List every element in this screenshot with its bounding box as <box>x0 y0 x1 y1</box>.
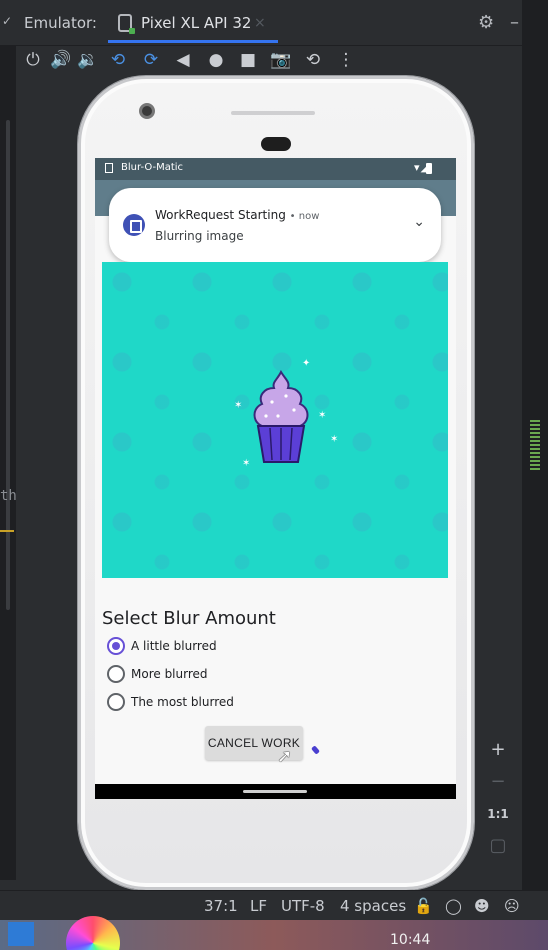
power-icon[interactable]: ⏻ <box>22 48 44 72</box>
sparkle-icon: ✦ <box>302 358 311 369</box>
sparkle-icon: ✶ <box>318 410 327 421</box>
cupcake-image: ✶ ✶ ✶ ✶ ✦ <box>102 262 448 578</box>
device-screen[interactable]: Blur-O-Matic ▾◢ WorkRequest Starting • n… <box>95 158 456 799</box>
gesture-nav-bar[interactable] <box>95 784 456 799</box>
zoom-out-button[interactable]: − <box>484 766 512 798</box>
close-tab-icon[interactable]: × <box>254 15 266 31</box>
front-camera <box>139 103 155 119</box>
earpiece <box>261 137 291 151</box>
notification-app-icon <box>123 214 145 236</box>
radio-option-most[interactable]: The most blurred <box>107 690 234 714</box>
lock-icon[interactable]: 🔓 <box>414 897 433 915</box>
volume-down-icon[interactable]: 🔉 <box>77 48 99 72</box>
radio-label: The most blurred <box>131 695 234 709</box>
device-icon <box>118 14 135 34</box>
progress-indicator <box>311 745 320 755</box>
app-name: Blur-O-Matic <box>121 162 184 173</box>
snapshot-icon[interactable]: ⟲ <box>302 48 324 72</box>
code-fragment: th <box>0 488 17 504</box>
camera-icon[interactable]: 📷 <box>270 48 292 72</box>
more-icon[interactable]: ⋮ <box>335 48 357 72</box>
emulator-title-bar: ✓ Emulator: Pixel XL API 32 × ⚙ – <box>0 0 522 46</box>
indent-setting[interactable]: 4 spaces <box>340 897 406 915</box>
radio-option-more[interactable]: More blurred <box>107 662 208 686</box>
overview-icon[interactable]: ■ <box>237 48 259 72</box>
gutter-indicator <box>530 420 540 470</box>
radio-option-little[interactable]: A little blurred <box>107 634 217 658</box>
left-scrollbar[interactable] <box>6 120 10 610</box>
smiley-icon[interactable]: ☻ <box>474 897 490 915</box>
home-handle[interactable] <box>243 790 307 793</box>
rotate-right-icon[interactable]: ⟳ <box>140 48 162 72</box>
home-icon[interactable]: ● <box>205 48 227 72</box>
speaker-grille <box>231 111 315 115</box>
line-marker <box>0 530 14 532</box>
line-ending[interactable]: LF <box>250 897 267 915</box>
volume-up-icon[interactable]: 🔊 <box>50 48 72 72</box>
notification-time: • now <box>289 211 320 222</box>
app-notification-icon <box>105 163 113 173</box>
os-taskbar: 10:44 <box>0 916 548 950</box>
radio-button[interactable] <box>107 637 125 655</box>
chevron-down-icon[interactable]: ⌄ <box>413 214 425 230</box>
battery-icon <box>426 163 432 174</box>
clock: 10:44 <box>390 932 431 948</box>
color-app-icon[interactable] <box>66 916 120 950</box>
cupcake-icon <box>253 370 309 463</box>
feedback-icon[interactable]: ☹ <box>504 897 520 915</box>
rotate-left-icon[interactable]: ⟲ <box>107 48 129 72</box>
radio-button[interactable] <box>107 693 125 711</box>
actual-size-button[interactable]: 1:1 <box>484 798 512 830</box>
ide-left-panel: th <box>0 0 17 880</box>
zoom-controls: + − 1:1 ▢ <box>484 734 512 862</box>
chevron-icon[interactable]: ✓ <box>2 14 12 28</box>
mouse-cursor-icon: ➚ <box>277 746 293 767</box>
start-icon[interactable] <box>8 922 34 946</box>
radio-label: A little blurred <box>131 639 217 653</box>
notification-body: Blurring image <box>155 229 244 243</box>
file-encoding[interactable]: UTF-8 <box>281 897 325 915</box>
right-tool-strip <box>522 0 548 890</box>
notification-title: WorkRequest Starting • now <box>155 208 320 222</box>
gear-icon[interactable]: ⚙ <box>478 12 494 33</box>
active-tab-indicator <box>108 40 278 43</box>
notification-icon[interactable]: ◯ <box>445 897 462 915</box>
radio-label: More blurred <box>131 667 208 681</box>
device-tab[interactable]: Pixel XL API 32 <box>141 14 251 32</box>
ide-status-bar: 37:1 LF UTF-8 4 spaces 🔓 ◯ ☻ ☹ <box>0 890 548 920</box>
minimize-icon[interactable]: – <box>510 12 519 33</box>
emulator-toolbar: ⏻ 🔊 🔉 ⟲ ⟳ ◀ ● ■ 📷 ⟲ ⋮ <box>0 46 522 74</box>
fit-screen-icon[interactable]: ▢ <box>484 830 512 862</box>
caret-position[interactable]: 37:1 <box>204 897 238 915</box>
back-icon[interactable]: ◀ <box>172 48 194 72</box>
section-title: Select Blur Amount <box>102 608 276 629</box>
android-status-bar: Blur-O-Matic ▾◢ <box>95 158 456 180</box>
sparkle-icon: ✶ <box>234 400 243 411</box>
radio-button[interactable] <box>107 665 125 683</box>
emulator-label: Emulator: <box>24 14 97 32</box>
sparkle-icon: ✶ <box>330 434 339 445</box>
heads-up-notification[interactable]: WorkRequest Starting • now Blurring imag… <box>109 188 441 262</box>
zoom-in-button[interactable]: + <box>484 734 512 766</box>
